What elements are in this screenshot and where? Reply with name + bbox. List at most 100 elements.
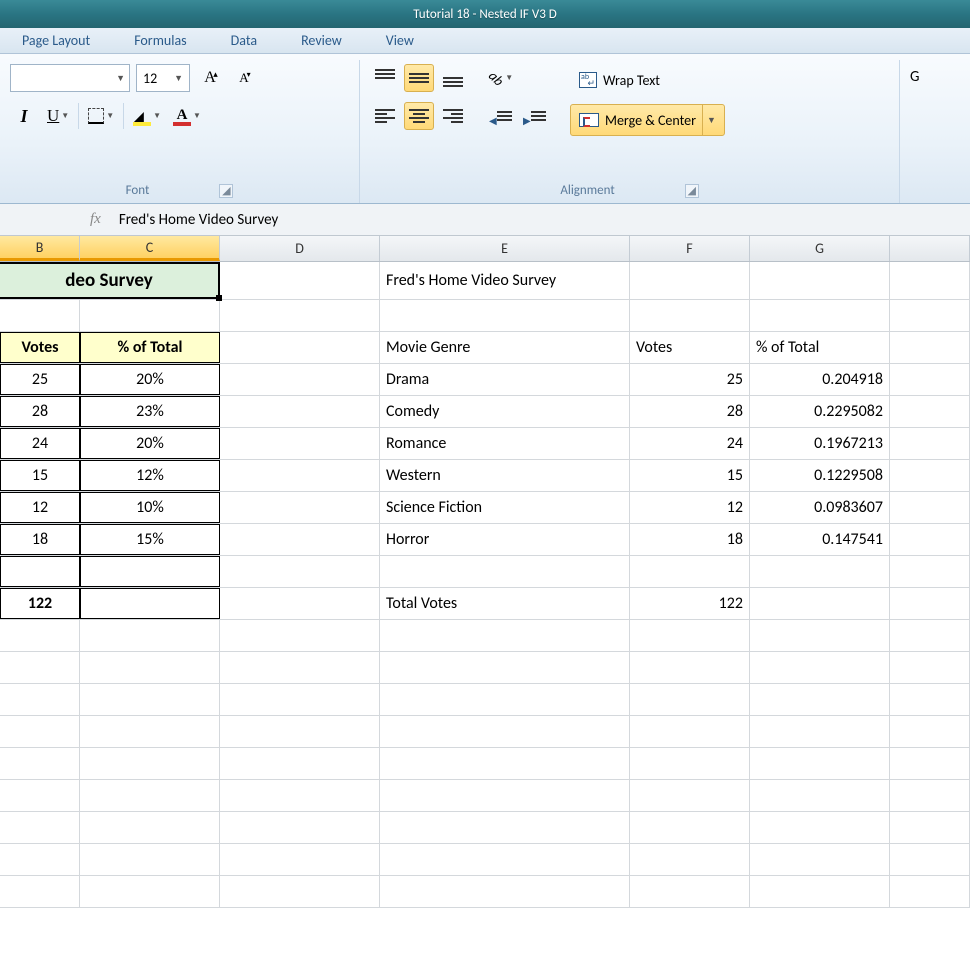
cell[interactable]: 18 — [630, 524, 750, 555]
cell[interactable] — [0, 716, 80, 747]
cell[interactable]: % of Total — [750, 332, 890, 363]
cell[interactable] — [220, 428, 380, 459]
tab-data[interactable]: Data — [209, 28, 279, 53]
font-color-button[interactable]: A▼ — [170, 102, 204, 130]
cell[interactable] — [750, 262, 890, 299]
cell[interactable] — [630, 716, 750, 747]
cell[interactable] — [380, 780, 630, 811]
cell[interactable] — [750, 748, 890, 779]
cell[interactable]: 15% — [80, 524, 220, 555]
cell[interactable] — [890, 428, 970, 459]
cell[interactable] — [220, 684, 380, 715]
cell[interactable]: Movie Genre — [380, 332, 630, 363]
cell[interactable] — [80, 620, 220, 651]
cell[interactable] — [220, 748, 380, 779]
cell[interactable] — [630, 620, 750, 651]
cell[interactable]: Comedy — [380, 396, 630, 427]
cell[interactable] — [220, 588, 380, 619]
cell[interactable] — [80, 588, 220, 619]
cell[interactable] — [380, 620, 630, 651]
cell[interactable]: 0.0983607 — [750, 492, 890, 523]
cell[interactable] — [890, 524, 970, 555]
wrap-text-button[interactable]: Wrap Text — [570, 64, 725, 96]
cell[interactable] — [0, 844, 80, 875]
align-right-button[interactable] — [438, 102, 468, 130]
cell[interactable] — [80, 876, 220, 907]
cell[interactable] — [890, 876, 970, 907]
cell[interactable] — [220, 652, 380, 683]
cell[interactable]: 0.1967213 — [750, 428, 890, 459]
cell[interactable] — [0, 620, 80, 651]
cell[interactable]: Votes — [630, 332, 750, 363]
cell[interactable] — [750, 588, 890, 619]
cell[interactable] — [750, 716, 890, 747]
cell[interactable]: 0.2295082 — [750, 396, 890, 427]
cell[interactable] — [80, 748, 220, 779]
cell[interactable] — [890, 748, 970, 779]
cell[interactable] — [750, 620, 890, 651]
cell[interactable] — [890, 262, 970, 299]
cell[interactable] — [80, 684, 220, 715]
cell[interactable] — [380, 684, 630, 715]
cell[interactable] — [890, 492, 970, 523]
cell[interactable] — [630, 556, 750, 587]
cell[interactable] — [0, 812, 80, 843]
cell[interactable] — [220, 556, 380, 587]
orientation-button[interactable]: ab▼ — [486, 64, 516, 92]
cell[interactable] — [630, 262, 750, 299]
italic-button[interactable]: I — [10, 102, 38, 130]
tab-formulas[interactable]: Formulas — [112, 28, 208, 53]
cell[interactable] — [890, 620, 970, 651]
cell[interactable] — [0, 748, 80, 779]
dialog-launcher-icon[interactable]: ◢ — [685, 184, 699, 198]
cell[interactable]: 28 — [630, 396, 750, 427]
cell[interactable] — [890, 364, 970, 395]
cell[interactable] — [220, 812, 380, 843]
cell[interactable]: 24 — [630, 428, 750, 459]
col-header-C[interactable]: C — [80, 236, 220, 261]
cell-header-votes[interactable]: Votes — [0, 332, 80, 363]
cell[interactable]: 0.1229508 — [750, 460, 890, 491]
borders-button[interactable]: ▼ — [85, 102, 117, 130]
cell[interactable] — [220, 780, 380, 811]
cell[interactable] — [220, 262, 380, 299]
cell[interactable] — [80, 556, 220, 587]
cell[interactable] — [890, 652, 970, 683]
cell[interactable] — [630, 876, 750, 907]
cell[interactable] — [630, 652, 750, 683]
cell[interactable]: 15 — [630, 460, 750, 491]
cell[interactable] — [630, 812, 750, 843]
cell[interactable] — [890, 716, 970, 747]
cell[interactable] — [220, 844, 380, 875]
cell[interactable]: 24 — [0, 428, 80, 459]
cell[interactable] — [80, 716, 220, 747]
cell[interactable] — [380, 300, 630, 331]
underline-button[interactable]: U▼ — [44, 102, 72, 130]
align-top-button[interactable] — [370, 64, 400, 92]
align-middle-button[interactable] — [404, 64, 434, 92]
spreadsheet-grid[interactable]: B C D E F G deo Survey Fred's Home Video… — [0, 236, 970, 908]
cell[interactable]: Total Votes — [380, 588, 630, 619]
col-header-blank[interactable] — [890, 236, 970, 261]
formula-value[interactable]: Fred's Home Video Survey — [119, 211, 278, 229]
align-bottom-button[interactable] — [438, 64, 468, 92]
cell[interactable] — [0, 652, 80, 683]
cell[interactable] — [220, 300, 380, 331]
cell[interactable] — [750, 876, 890, 907]
shrink-font-button[interactable]: A▾ — [230, 64, 258, 92]
cell[interactable]: 12% — [80, 460, 220, 491]
chevron-down-icon[interactable]: ▼ — [702, 105, 720, 135]
cell[interactable]: 20% — [80, 364, 220, 395]
col-header-G[interactable]: G — [750, 236, 890, 261]
cell[interactable] — [0, 876, 80, 907]
cell[interactable]: 20% — [80, 428, 220, 459]
cell[interactable] — [380, 716, 630, 747]
cell[interactable]: 0.147541 — [750, 524, 890, 555]
cell[interactable] — [220, 460, 380, 491]
cell[interactable] — [380, 556, 630, 587]
cell[interactable] — [0, 300, 80, 331]
col-header-D[interactable]: D — [220, 236, 380, 261]
cell-header-pct[interactable]: % of Total — [80, 332, 220, 363]
cell[interactable]: 122 — [630, 588, 750, 619]
cell[interactable]: Science Fiction — [380, 492, 630, 523]
